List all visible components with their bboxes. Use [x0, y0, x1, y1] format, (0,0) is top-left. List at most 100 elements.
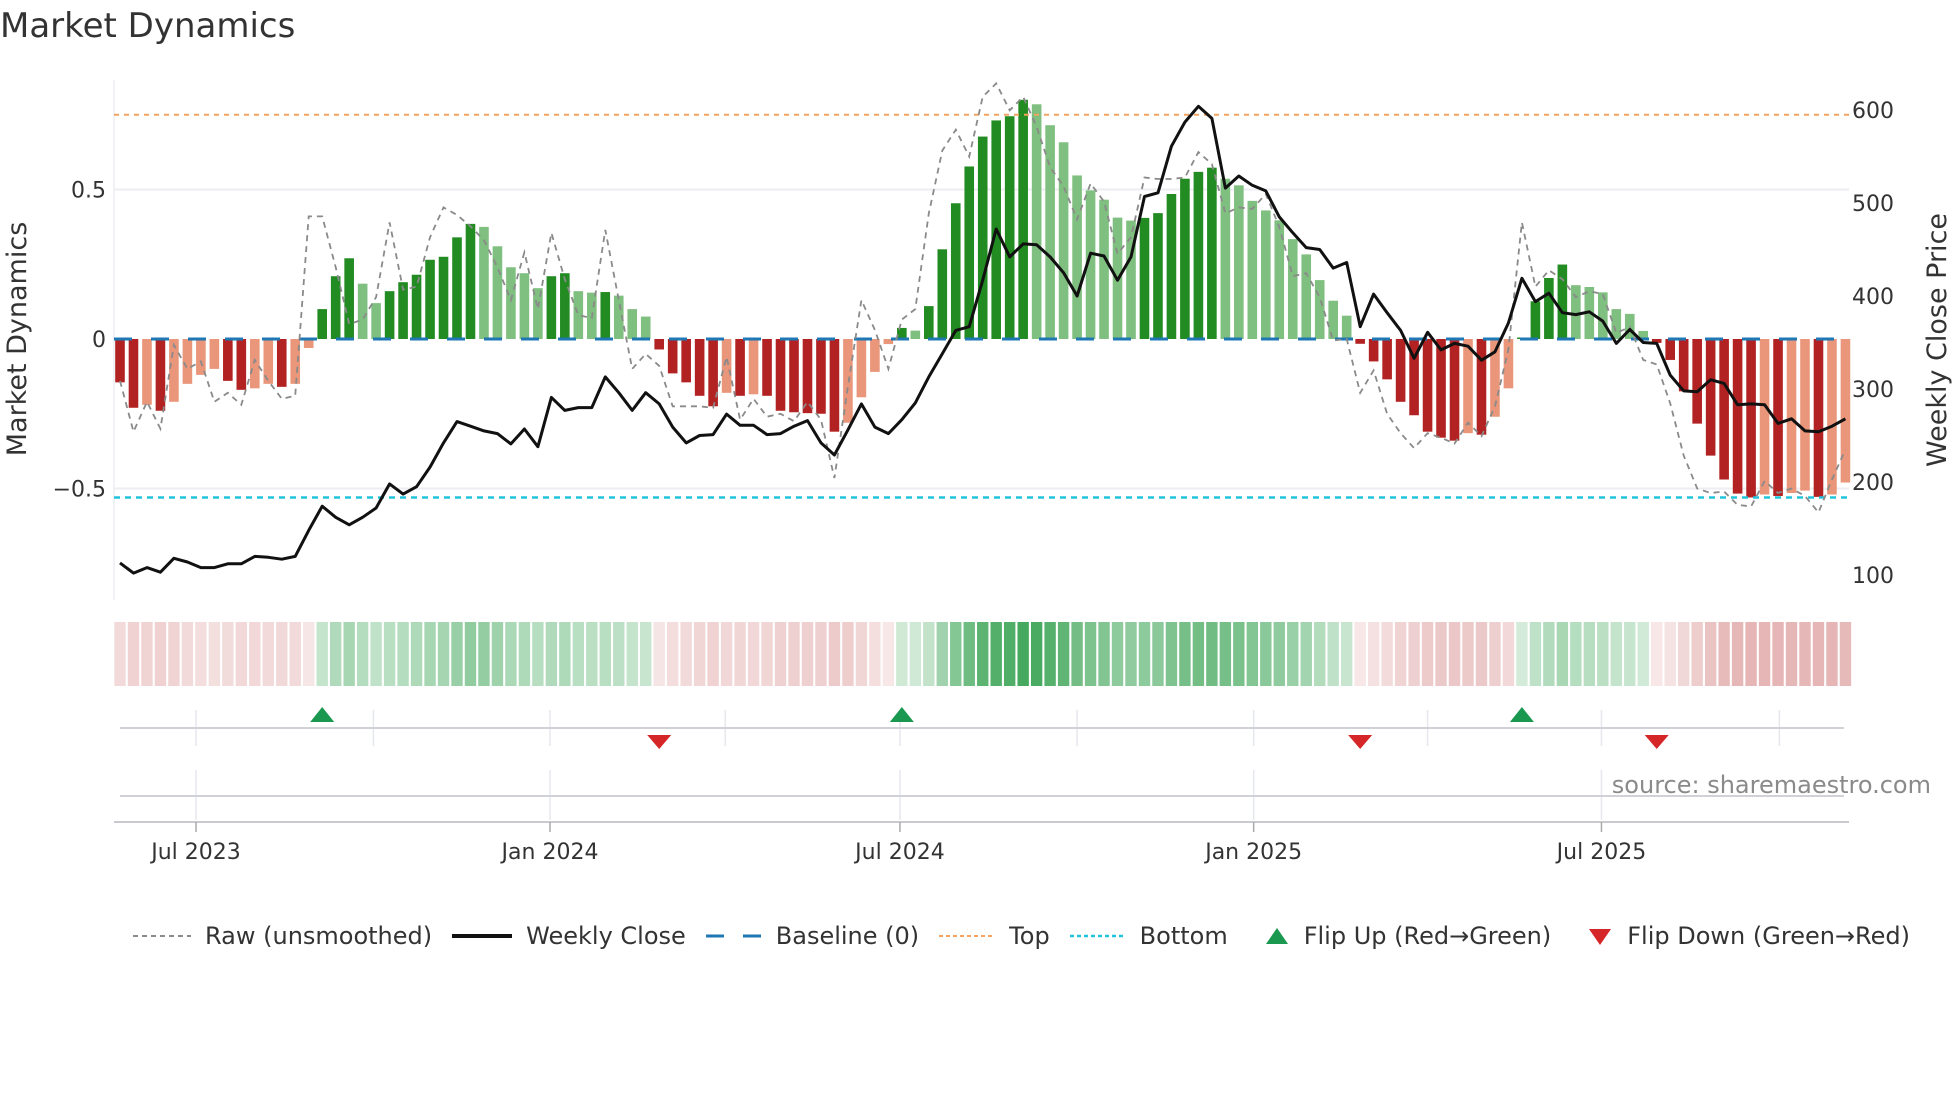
bar: [519, 273, 530, 339]
heat-cell: [693, 622, 706, 686]
heat-cell: [1287, 622, 1299, 686]
heat-cell: [208, 622, 221, 686]
bar: [465, 223, 476, 339]
heat-cell: [1543, 622, 1555, 686]
heat-cell: [1084, 622, 1097, 686]
flip-up-marker: [889, 707, 914, 722]
legend-item-close[interactable]: Weekly Close: [452, 922, 686, 950]
bar: [1004, 116, 1015, 340]
heat-cell: [1273, 622, 1285, 686]
bar: [1705, 339, 1716, 456]
bar: [735, 339, 745, 396]
heat-cell: [370, 622, 382, 686]
heat-cell: [316, 622, 328, 686]
bar: [1678, 339, 1689, 392]
bar: [1099, 199, 1109, 339]
bar: [1368, 339, 1379, 362]
heat-cell: [599, 622, 611, 686]
bar: [250, 339, 260, 389]
heat-cell: [437, 622, 450, 686]
bar: [1463, 339, 1473, 434]
heat-cell: [276, 622, 288, 686]
bar: [1813, 339, 1824, 497]
y2-tick-label: 100: [1852, 564, 1894, 589]
heat-cell: [451, 622, 463, 686]
bar: [1759, 339, 1770, 495]
x-tick-label: Jul 2025: [1555, 840, 1647, 865]
heat-cell: [923, 622, 935, 686]
bar: [1692, 339, 1702, 424]
legend-item-top[interactable]: Top: [939, 922, 1050, 950]
flip-down-marker: [647, 735, 672, 749]
heat-cell: [262, 622, 274, 686]
heat-cell: [249, 622, 261, 686]
bar: [627, 309, 638, 339]
bar: [1341, 315, 1352, 339]
heat-cell: [1502, 622, 1515, 686]
heat-cell: [936, 622, 948, 686]
bar: [506, 267, 516, 339]
bar: [654, 339, 664, 350]
heat-cell: [950, 622, 962, 686]
bar: [910, 330, 921, 339]
heat-cell: [181, 622, 194, 686]
legend-item-bottom[interactable]: Bottom: [1069, 922, 1228, 950]
heat-cell: [1624, 622, 1636, 686]
bar: [1301, 254, 1312, 339]
heat-cell: [815, 622, 827, 686]
bar: [1395, 339, 1406, 402]
bar: [681, 339, 691, 383]
legend: Raw (unsmoothed) Weekly Close Baseline (…: [133, 922, 1930, 950]
heat-cell: [559, 622, 571, 686]
legend-item-raw[interactable]: Raw (unsmoothed): [133, 922, 432, 950]
legend-item-baseline[interactable]: Baseline (0): [705, 922, 919, 950]
bar: [236, 339, 247, 390]
y2-tick-label: 500: [1852, 192, 1894, 217]
solid-line-icon: [452, 934, 513, 938]
heat-cell: [1057, 622, 1070, 686]
heat-cell: [1260, 622, 1272, 686]
heat-cell: [963, 622, 975, 686]
x-tick-label: Jan 2024: [500, 840, 599, 865]
legend-item-flip-down[interactable]: Flip Down (Green→Red): [1587, 922, 1910, 950]
heat-cell: [1651, 622, 1663, 686]
bar: [1139, 217, 1150, 339]
bar: [1800, 339, 1810, 491]
heat-cell: [1583, 622, 1596, 686]
bar: [924, 306, 934, 339]
heat-cell: [747, 622, 760, 686]
bar: [425, 259, 435, 339]
bar: [1045, 125, 1055, 339]
heat-cell: [1556, 622, 1569, 686]
heat-cell: [1745, 622, 1757, 686]
bar: [1153, 213, 1163, 339]
heat-cell: [1691, 622, 1703, 686]
heat-cell: [734, 622, 746, 686]
x-tick-label: Jan 2025: [1203, 840, 1302, 865]
dotted-line-icon: [1069, 934, 1126, 938]
heat-cell: [397, 622, 409, 686]
dashed-line-icon: [705, 934, 762, 938]
y2-axis-title: Weekly Close Price: [1922, 213, 1953, 467]
legend-item-flip-up[interactable]: Flip Up (Red→Green): [1264, 922, 1551, 950]
bar: [223, 339, 233, 381]
heat-cell: [666, 622, 679, 686]
bar: [317, 309, 327, 339]
bar: [1314, 280, 1325, 339]
bar: [357, 283, 368, 339]
bar: [1732, 339, 1743, 494]
y-tick-label: −0.5: [53, 478, 106, 503]
bar: [1220, 178, 1231, 339]
heat-cell: [356, 622, 369, 686]
heat-cell: [1300, 622, 1312, 686]
bar: [775, 339, 786, 411]
heat-cell: [1206, 622, 1218, 686]
flip-markers-row: [120, 707, 1844, 749]
bar: [142, 339, 152, 405]
heat-cell: [114, 622, 126, 686]
heat-cell: [1677, 622, 1690, 686]
heat-cell: [1017, 622, 1029, 686]
bar: [1611, 309, 1622, 339]
bar: [128, 339, 139, 408]
bar: [1665, 339, 1675, 360]
